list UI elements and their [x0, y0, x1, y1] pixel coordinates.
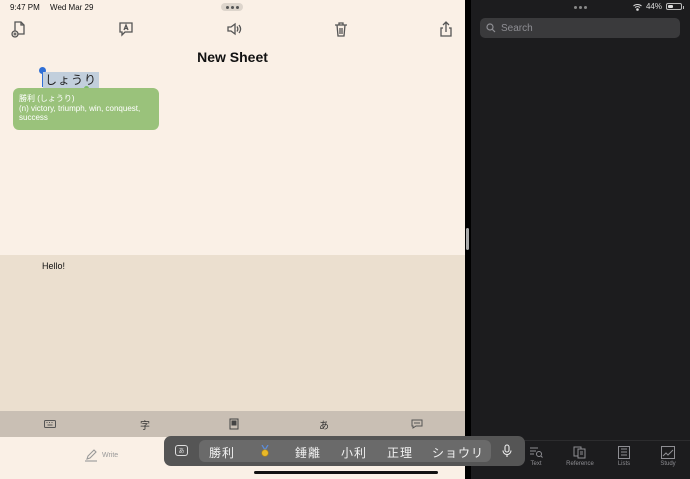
write-tab-label: Write [102, 451, 119, 459]
medal-emoji-candidate[interactable] [259, 445, 271, 457]
wifi-icon [633, 3, 642, 11]
multitasking-menu-button[interactable] [221, 3, 243, 11]
reference-icon [573, 446, 586, 459]
kana-mode-button[interactable]: あ [317, 417, 331, 432]
tab-lists-label: Lists [617, 461, 631, 467]
tab-reference[interactable]: Reference [560, 446, 600, 467]
speaker-icon[interactable] [225, 20, 243, 38]
selected-word[interactable]: しょうり [43, 72, 100, 88]
text-input-area[interactable]: Hello! [0, 255, 465, 412]
tab-text-label: Text [530, 461, 542, 467]
share-icon[interactable] [437, 20, 455, 38]
body-text: Hello! [42, 261, 66, 271]
pencil-icon [84, 448, 98, 462]
candidate-item[interactable]: ショウリ [432, 444, 484, 461]
sheet-pane: 9:47 PM Wed Mar 29 New Sheet しょうり 勝利 (しょ… [0, 0, 465, 479]
new-document-icon[interactable] [10, 20, 28, 38]
home-indicator [254, 471, 438, 474]
multitasking-menu-button-right[interactable] [571, 3, 589, 11]
lists-icon [618, 446, 630, 459]
text-search-icon [530, 447, 543, 458]
battery-icon [666, 3, 684, 10]
split-view-resize-handle[interactable] [466, 228, 469, 250]
candidate-item[interactable]: 小利 [341, 444, 367, 461]
candidate-item[interactable]: 正理 [387, 444, 413, 461]
dictionary-book-icon[interactable] [227, 417, 241, 431]
study-chart-icon [661, 446, 675, 459]
status-bar-left: 9:47 PM Wed Mar 29 [10, 3, 101, 12]
definition-gloss: (n) victory, triumph, win, conquest, suc… [19, 103, 141, 123]
tab-study[interactable]: Study [648, 446, 688, 467]
search-placeholder: Search [501, 22, 533, 34]
candidate-item[interactable]: 錘離 [295, 444, 321, 461]
write-tab[interactable]: Write [84, 448, 118, 462]
search-icon [486, 23, 496, 33]
keyboard-icon[interactable] [43, 417, 57, 431]
definition-popup[interactable]: 勝利 (しょうり) (n) victory, triumph, win, con… [13, 88, 159, 130]
kanji-mode-button[interactable]: 字 [138, 417, 152, 432]
tab-study-label: Study [660, 461, 676, 467]
text-recognition-icon[interactable] [117, 20, 135, 38]
ipad-split-view: 9:47 PM Wed Mar 29 New Sheet しょうり 勝利 (しょ… [0, 0, 690, 479]
ime-candidate-bar: あ 勝利 錘離 小利 正理 ショウリ [164, 436, 525, 466]
search-input[interactable]: Search [480, 18, 680, 38]
speech-bubble-icon[interactable] [410, 417, 424, 431]
sheet-title: New Sheet [197, 49, 268, 65]
definition-headword: 勝利 (しょうり) [19, 94, 75, 103]
status-date: Wed Mar 29 [50, 3, 94, 12]
ime-keyboard-toggle[interactable]: あ [175, 445, 188, 456]
status-bar-right: 44% [633, 2, 684, 11]
tab-lists[interactable]: Lists [604, 446, 644, 467]
battery-percent: 44% [645, 2, 662, 11]
dictionary-pane: 44% Search Search Text Reference [471, 0, 690, 479]
microphone-icon[interactable] [501, 444, 513, 458]
candidate-item[interactable]: 勝利 [209, 444, 235, 461]
trash-icon[interactable] [332, 20, 350, 38]
status-time: 9:47 PM [10, 3, 40, 12]
tab-reference-label: Reference [566, 461, 594, 467]
input-mode-bar: 字 あ [0, 411, 465, 437]
